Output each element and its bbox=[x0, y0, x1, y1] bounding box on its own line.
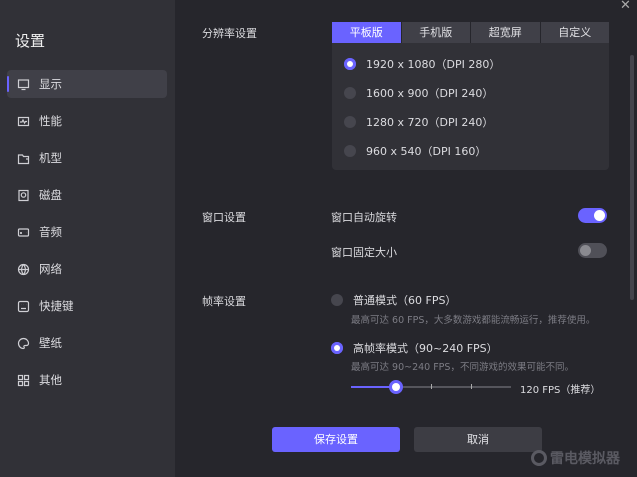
sidebar-item-5[interactable]: 网络 bbox=[7, 255, 167, 283]
resolution-option[interactable]: 1280 x 720（DPI 240） bbox=[344, 114, 493, 130]
resolution-option[interactable]: 960 x 540（DPI 160） bbox=[344, 143, 486, 159]
fps-high-option[interactable]: 高帧率模式（90~240 FPS） bbox=[331, 340, 498, 356]
sidebar-item-7[interactable]: 壁纸 bbox=[7, 329, 167, 357]
brand-text: 雷电模拟器 bbox=[550, 451, 620, 467]
sidebar-item-2[interactable]: 机型 bbox=[7, 144, 167, 172]
tab-custom[interactable]: 自定义 bbox=[540, 22, 609, 43]
fps-value: 120 FPS（推荐） bbox=[520, 385, 601, 396]
sidebar-item-6[interactable]: 快捷键 bbox=[7, 292, 167, 320]
resolution-option[interactable]: 1920 x 1080（DPI 280） bbox=[344, 56, 500, 72]
resolution-options: 1920 x 1080（DPI 280） 1600 x 900（DPI 240）… bbox=[332, 43, 609, 170]
resolution-label: 分辨率设置 bbox=[202, 27, 257, 40]
monitor-icon bbox=[17, 78, 30, 90]
sidebar-item-label: 网络 bbox=[39, 262, 62, 276]
radio-checked[interactable] bbox=[344, 58, 356, 70]
fps-label: 帧率设置 bbox=[202, 295, 246, 308]
brand-logo: 雷电模拟器 bbox=[531, 448, 620, 468]
sidebar-item-8[interactable]: 其他 bbox=[7, 366, 167, 394]
fps-normal-option[interactable]: 普通模式（60 FPS） bbox=[331, 292, 456, 308]
sidebar-item-label: 显示 bbox=[39, 77, 62, 91]
settings-title: 设置 bbox=[15, 32, 46, 50]
fixed-size-label: 窗口固定大小 bbox=[331, 246, 397, 259]
radio[interactable] bbox=[331, 294, 343, 306]
sidebar-item-4[interactable]: 音频 bbox=[7, 218, 167, 246]
sidebar-item-label: 壁纸 bbox=[39, 336, 62, 350]
disk-icon bbox=[18, 189, 29, 201]
sidebar-item-label: 音频 bbox=[39, 225, 62, 239]
radio[interactable] bbox=[344, 87, 356, 99]
sidebar-item-3[interactable]: 磁盘 bbox=[7, 181, 167, 209]
save-button[interactable]: 保存设置 bbox=[272, 427, 400, 452]
sidebar: 设置 显示性能机型磁盘音频网络快捷键壁纸其他 bbox=[0, 0, 175, 477]
keyboard-icon bbox=[17, 300, 30, 312]
sidebar-item-0[interactable]: 显示 bbox=[7, 70, 167, 98]
radio[interactable] bbox=[344, 145, 356, 157]
option-label: 高帧率模式（90~240 FPS） bbox=[353, 342, 498, 355]
globe-icon bbox=[17, 263, 30, 275]
device-icon bbox=[17, 153, 30, 164]
fps-high-desc: 最高可达 90~240 FPS，不同游戏的效果可能不同。 bbox=[351, 362, 574, 373]
radio[interactable] bbox=[344, 116, 356, 128]
close-icon[interactable]: ✕ bbox=[620, 0, 631, 13]
window-label: 窗口设置 bbox=[202, 211, 246, 224]
grid-icon bbox=[17, 374, 30, 386]
resolution-option[interactable]: 1600 x 900（DPI 240） bbox=[344, 85, 493, 101]
tab-phone[interactable]: 手机版 bbox=[401, 22, 470, 43]
performance-icon bbox=[17, 116, 30, 126]
resolution-tabs: 平板版 手机版 超宽屏 自定义 bbox=[332, 22, 609, 43]
option-label: 普通模式（60 FPS） bbox=[353, 294, 457, 307]
option-label: 960 x 540（DPI 160） bbox=[366, 145, 487, 158]
option-label: 1920 x 1080（DPI 280） bbox=[366, 58, 501, 71]
sidebar-item-label: 其他 bbox=[39, 373, 62, 387]
sidebar-item-label: 快捷键 bbox=[39, 299, 74, 313]
tab-ultrawide[interactable]: 超宽屏 bbox=[471, 22, 540, 43]
audio-icon bbox=[17, 227, 30, 237]
auto-rotate-toggle[interactable] bbox=[578, 208, 607, 223]
slider-thumb[interactable] bbox=[388, 380, 403, 394]
scrollbar[interactable] bbox=[630, 55, 634, 300]
fps-slider[interactable] bbox=[351, 380, 511, 394]
sidebar-item-label: 性能 bbox=[39, 114, 62, 128]
logo-icon bbox=[531, 450, 547, 466]
radio-checked[interactable] bbox=[331, 342, 343, 354]
fps-normal-desc: 最高可达 60 FPS，大多数游戏都能流畅运行，推荐使用。 bbox=[351, 315, 596, 326]
fixed-size-toggle[interactable] bbox=[578, 243, 607, 258]
option-label: 1600 x 900（DPI 240） bbox=[366, 87, 494, 100]
palette-icon bbox=[17, 337, 30, 349]
option-label: 1280 x 720（DPI 240） bbox=[366, 116, 494, 129]
sidebar-item-label: 机型 bbox=[39, 151, 62, 165]
auto-rotate-label: 窗口自动旋转 bbox=[331, 211, 397, 224]
cancel-button[interactable]: 取消 bbox=[414, 427, 542, 452]
tab-tablet[interactable]: 平板版 bbox=[332, 22, 401, 43]
sidebar-item-1[interactable]: 性能 bbox=[7, 107, 167, 135]
main-panel: ✕ 分辨率设置 平板版 手机版 超宽屏 自定义 1920 x 1080（DPI … bbox=[175, 0, 637, 477]
sidebar-item-label: 磁盘 bbox=[39, 188, 62, 202]
